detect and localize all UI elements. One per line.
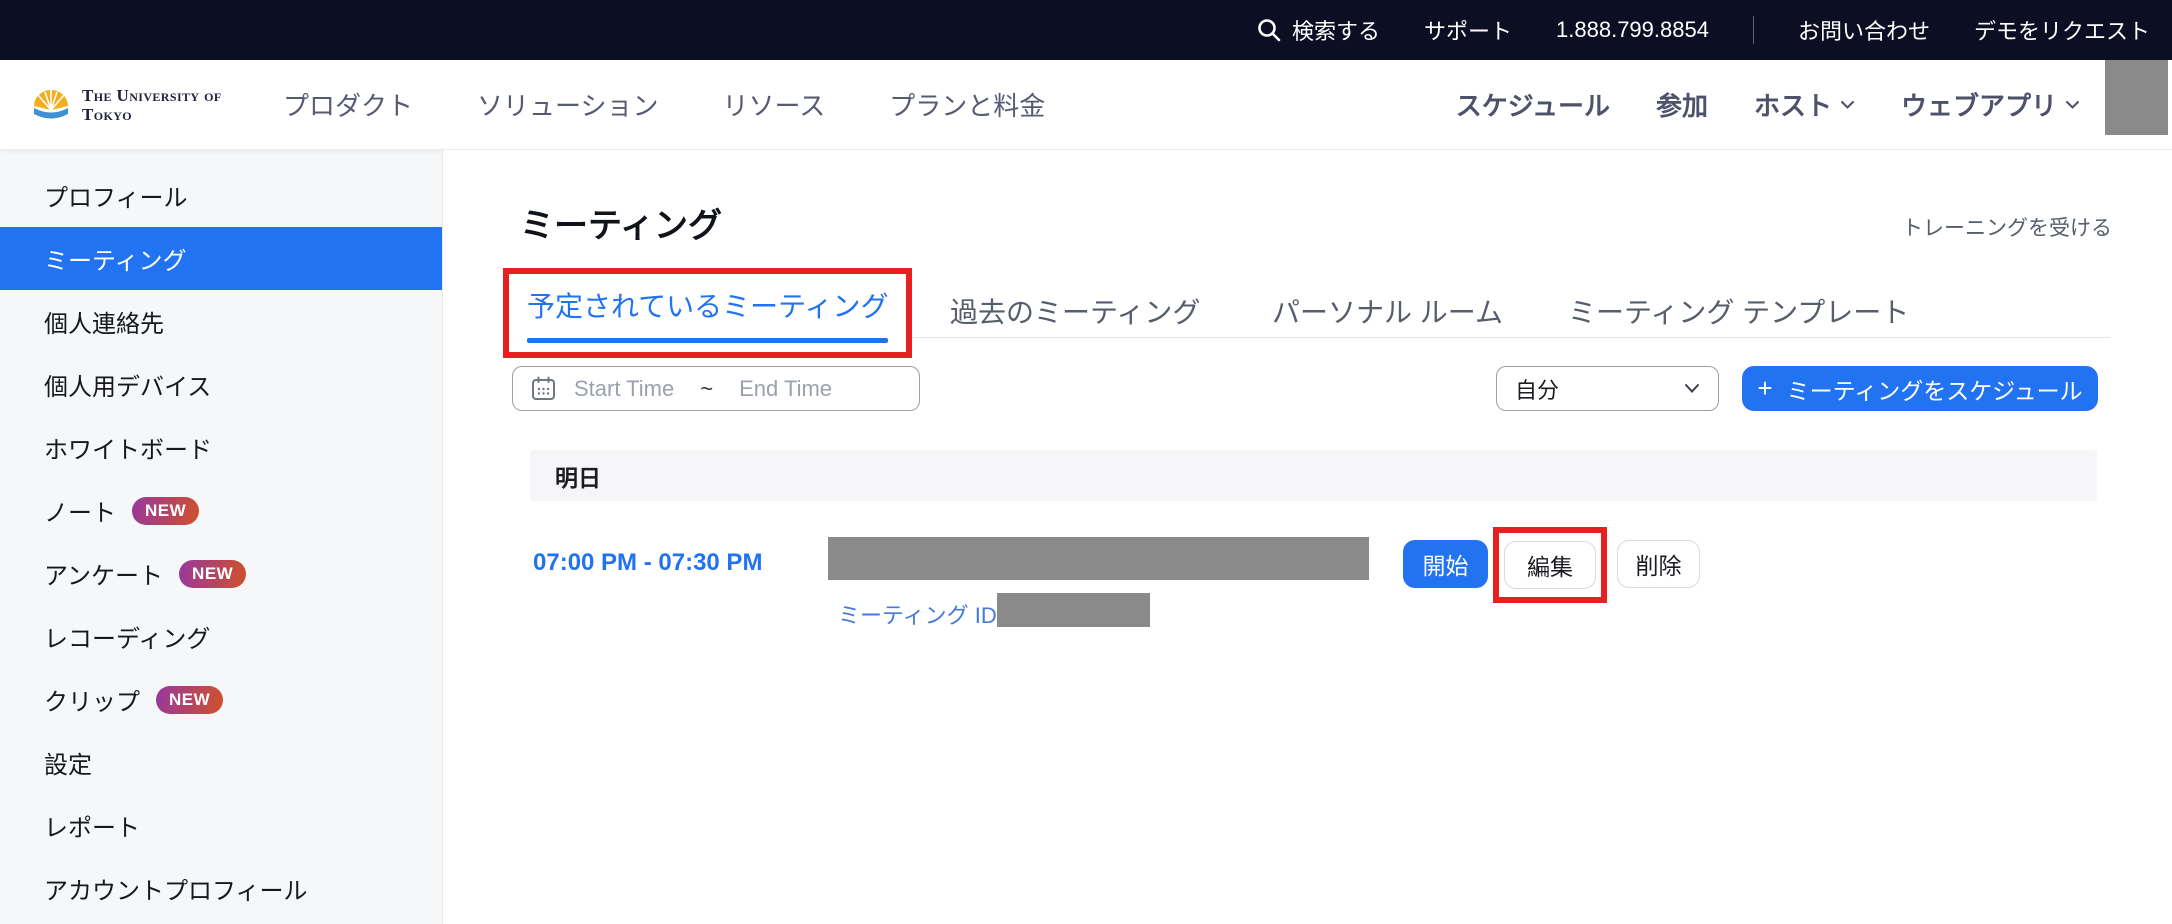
meeting-group-header: 明日 xyxy=(530,450,2097,501)
new-badge: NEW xyxy=(156,686,223,714)
topbar-request-demo-link[interactable]: デモをリクエスト xyxy=(1974,14,2150,46)
sidebar-item-meetings[interactable]: ミーティング xyxy=(0,227,442,290)
nav-action-web-app[interactable]: ウェブアプリ xyxy=(1901,86,2080,123)
sidebar-item-whiteboard[interactable]: ホワイトボード xyxy=(0,416,442,479)
host-filter-select[interactable]: 自分 xyxy=(1496,366,1719,411)
tab-meeting-templates[interactable]: ミーティング テンプレート xyxy=(1568,291,1909,331)
topbar: 検索する サポート 1.888.799.8854 お問い合わせ デモをリクエスト xyxy=(0,0,2172,60)
main-content: ミーティング トレーニングを受ける 予定されているミーティング 過去のミーティン… xyxy=(443,150,2172,924)
schedule-meeting-button[interactable]: + ミーティングをスケジュール xyxy=(1742,366,2098,411)
sidebar-item-personal-contacts[interactable]: 個人連絡先 xyxy=(0,290,442,353)
start-meeting-button[interactable]: 開始 xyxy=(1403,540,1488,588)
topbar-support-link[interactable]: サポート xyxy=(1424,14,1512,46)
sidebar-item-clips[interactable]: クリップ NEW xyxy=(0,668,442,731)
tab-previous-meetings[interactable]: 過去のミーティング xyxy=(950,291,1200,331)
new-badge: NEW xyxy=(132,497,199,525)
meeting-id-label: ミーティング ID: xyxy=(838,598,1003,630)
university-logo-icon xyxy=(30,85,72,125)
topbar-search-label: 検索する xyxy=(1292,14,1380,46)
topbar-phone-link[interactable]: 1.888.799.8854 xyxy=(1556,17,1709,43)
topbar-contact-link[interactable]: お問い合わせ xyxy=(1798,14,1930,46)
main-navbar: The University of Tokyo プロダクト ソリューション リソ… xyxy=(0,60,2172,150)
sidebar-item-surveys[interactable]: アンケート NEW xyxy=(0,542,442,605)
search-icon xyxy=(1256,17,1282,43)
nav-item-plans-pricing[interactable]: プランと料金 xyxy=(889,86,1045,123)
tab-upcoming-meetings[interactable]: 予定されているミーティング xyxy=(527,285,888,343)
nav-actions: スケジュール 参加 ホスト ウェブアプリ xyxy=(1456,86,2080,123)
edit-meeting-button[interactable]: 編集 xyxy=(1504,541,1596,589)
topbar-divider xyxy=(1753,16,1754,44)
end-time-placeholder[interactable]: End Time xyxy=(739,376,832,402)
nav-action-schedule[interactable]: スケジュール xyxy=(1456,86,1610,123)
nav-item-resources[interactable]: リソース xyxy=(723,86,826,123)
chevron-down-icon xyxy=(1684,383,1700,394)
range-separator: ~ xyxy=(700,376,713,402)
annotation-box-edit-button: 編集 xyxy=(1493,527,1607,603)
sidebar-item-profile[interactable]: プロフィール xyxy=(0,164,442,227)
sidebar-item-settings[interactable]: 設定 xyxy=(0,731,442,794)
nav-action-join[interactable]: 参加 xyxy=(1656,86,1708,123)
sidebar-item-account-profile[interactable]: アカウントプロフィール xyxy=(0,857,442,920)
nav-item-products[interactable]: プロダクト xyxy=(283,86,413,123)
plus-icon: + xyxy=(1757,373,1772,404)
sidebar-item-reports[interactable]: レポート xyxy=(0,794,442,857)
sidebar: プロフィール ミーティング 個人連絡先 個人用デバイス ホワイトボード ノート … xyxy=(0,150,443,924)
delete-meeting-button[interactable]: 削除 xyxy=(1617,540,1700,588)
nav-item-solutions[interactable]: ソリューション xyxy=(477,86,658,123)
get-training-link[interactable]: トレーニングを受ける xyxy=(1902,212,2112,242)
topbar-search[interactable]: 検索する xyxy=(1256,14,1380,46)
meeting-time: 07:00 PM - 07:30 PM xyxy=(533,549,762,577)
nav-action-host[interactable]: ホスト xyxy=(1754,86,1855,123)
chevron-down-icon xyxy=(1840,100,1855,110)
chevron-down-icon xyxy=(2065,100,2080,110)
redacted-meeting-topic xyxy=(828,537,1369,580)
page-title: ミーティング xyxy=(520,198,722,247)
active-tab-underline xyxy=(527,338,888,343)
sidebar-item-recordings[interactable]: レコーディング xyxy=(0,605,442,668)
university-logo-text: The University of Tokyo xyxy=(82,86,235,124)
annotation-box-active-tab: 予定されているミーティング xyxy=(503,268,912,358)
start-time-placeholder[interactable]: Start Time xyxy=(574,376,674,402)
calendar-icon xyxy=(531,376,556,401)
new-badge: NEW xyxy=(179,560,246,588)
date-range-picker[interactable]: Start Time ~ End Time xyxy=(512,366,920,411)
nav-menu: プロダクト ソリューション リソース プランと料金 xyxy=(283,86,1045,123)
avatar[interactable] xyxy=(2105,60,2168,135)
sidebar-item-notes[interactable]: ノート NEW xyxy=(0,479,442,542)
sidebar-item-personal-devices[interactable]: 個人用デバイス xyxy=(0,353,442,416)
redacted-meeting-id xyxy=(997,593,1150,627)
tab-personal-room[interactable]: パーソナル ルーム xyxy=(1272,291,1503,331)
university-logo[interactable]: The University of Tokyo xyxy=(30,85,235,125)
